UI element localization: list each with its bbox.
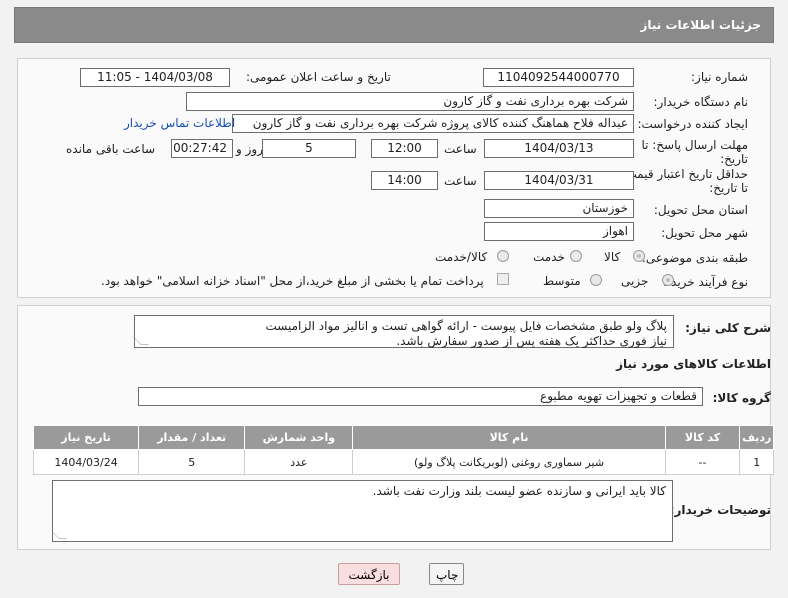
process-radio-medium[interactable] (590, 274, 602, 286)
validity-time-field: 14:00 (371, 171, 438, 190)
remaining-time-field: 00:27:42 (171, 139, 233, 158)
requester-label: ایجاد کننده درخواست: (637, 117, 748, 131)
need-number-field: 1104092544000770 (483, 68, 634, 87)
col-date: تاریخ نیاز (32, 425, 140, 450)
deadline-date-field: 1404/03/13 (484, 139, 634, 158)
cell-name: شیر سماوری روغنی (لوبریکانت پلاگ ولو) (352, 449, 666, 475)
validity-label-date: تا تاریخ: (709, 181, 748, 195)
goods-group-label: گروه کالا: (712, 391, 771, 405)
validity-date-field: 1404/03/31 (484, 171, 634, 190)
deadline-time-field: 12:00 (371, 139, 438, 158)
description-textarea[interactable]: پلاگ ولو طبق مشخصات فایل پیوست - ارائه گ… (133, 315, 674, 348)
days-field: 5 (262, 139, 356, 158)
print-button[interactable]: چاپ (429, 563, 464, 585)
page-header: جزئیات اطلاعات نیاز (14, 7, 774, 43)
category-option-goods: کالا (604, 250, 621, 264)
col-code: کد کالا (664, 425, 741, 450)
city-label: شهر محل تحویل: (661, 226, 748, 240)
deadline-label-date: تاریخ: (720, 152, 748, 166)
cell-unit: عدد (244, 449, 354, 475)
category-option-goods-service: کالا/خدمت (435, 250, 488, 264)
need-number-label: شماره نیاز: (691, 70, 748, 84)
category-option-service: خدمت (533, 250, 565, 264)
announce-date-field: 1404/03/08 - 11:05 (80, 68, 230, 87)
buyer-notes-textarea[interactable]: کالا باید ایرانی و سازنده عضو لیست بلند … (51, 480, 673, 542)
goods-group-field: قطعات و تجهیزات تهویه مطبوع (138, 387, 703, 406)
description-line-2: نیاز فوری حداکثر یک هفته پس از صدور سفار… (396, 334, 667, 348)
process-option-minor: جزیی (621, 274, 649, 288)
cell-code: -- (664, 449, 741, 475)
process-radio-minor[interactable] (662, 274, 674, 286)
col-row: ردیف (739, 425, 774, 450)
treasury-checkbox[interactable] (497, 273, 509, 285)
deadline-hour-label: ساعت (444, 142, 477, 156)
page-title: جزئیات اطلاعات نیاز (640, 18, 761, 32)
description-label: شرح کلی نیاز: (685, 321, 771, 335)
goods-table: ردیف کد کالا نام کالا واحد شمارش تعداد /… (32, 425, 774, 475)
buyer-contact-link[interactable]: اطلاعات تماس خریدار (124, 116, 235, 130)
buyer-org-label: نام دستگاه خریدار: (653, 95, 749, 109)
province-field: خوزستان (484, 199, 634, 218)
category-radio-goods-service[interactable] (497, 250, 509, 262)
col-name: نام کالا (352, 425, 666, 450)
remaining-time-label: ساعت باقی مانده (66, 142, 156, 156)
payment-note: پرداخت تمام یا بخشی از مبلغ خرید،از محل … (101, 274, 484, 288)
buyer-org-field: شرکت بهره برداری نفت و گاز کارون (186, 92, 634, 111)
description-line-1: پلاگ ولو طبق مشخصات فایل پیوست - ارائه گ… (265, 319, 668, 333)
category-radio-goods[interactable] (633, 250, 645, 262)
resize-grip-icon[interactable] (51, 531, 67, 539)
cell-qty: 5 (138, 449, 246, 475)
col-unit: واحد شمارش (244, 425, 354, 450)
back-button[interactable]: بازگشت (338, 563, 400, 585)
process-option-medium: متوسط (543, 274, 581, 288)
buyer-notes-label: توضیحات خریدار: (669, 503, 771, 517)
buyer-notes-text: کالا باید ایرانی و سازنده عضو لیست بلند … (372, 484, 666, 498)
process-label: نوع فرآیند خرید : (663, 275, 748, 289)
requester-field: عبداله فلاح هماهنگ کننده کالای پروژه شرک… (232, 114, 634, 133)
category-label: طبقه بندی موضوعی: (641, 251, 748, 265)
goods-table-header: ردیف کد کالا نام کالا واحد شمارش تعداد /… (32, 425, 774, 450)
city-field: اهواز (484, 222, 634, 241)
province-label: استان محل تحویل: (653, 203, 748, 217)
category-radio-service[interactable] (570, 250, 582, 262)
announce-date-label: تاریخ و ساعت اعلان عمومی: (246, 70, 391, 84)
table-row: 1 -- شیر سماوری روغنی (لوبریکانت پلاگ ول… (32, 449, 774, 475)
col-qty: تعداد / مقدار (138, 425, 246, 450)
goods-info-title: اطلاعات کالاهای مورد نیاز (616, 357, 771, 371)
validity-hour-label: ساعت (444, 174, 477, 188)
days-label: روز و (236, 142, 263, 156)
validity-label: حداقل تاریخ اعتبار قیمت: (621, 167, 748, 181)
cell-row: 1 (739, 449, 774, 475)
deadline-label: مهلت ارسال پاسخ: تا (641, 138, 748, 152)
cell-date: 1404/03/24 (32, 449, 140, 475)
